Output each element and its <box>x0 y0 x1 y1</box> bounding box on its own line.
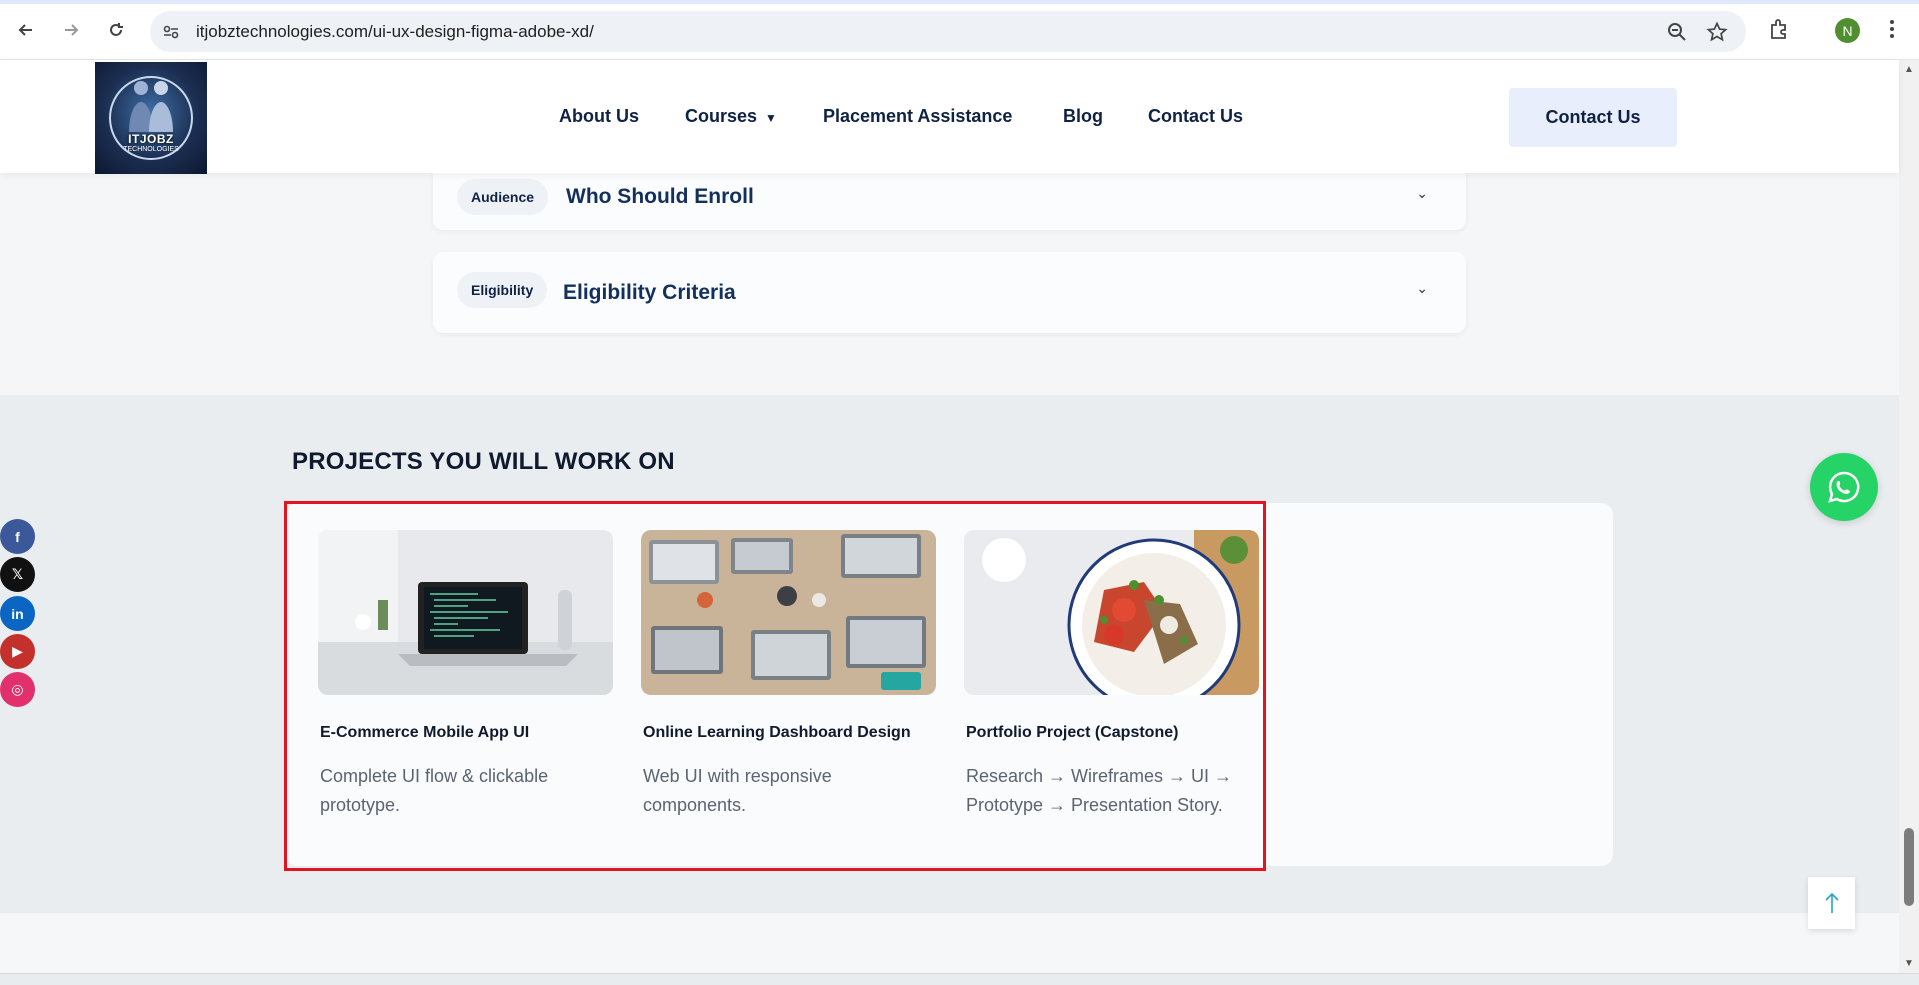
page-bottom-area <box>0 913 1899 973</box>
reload-icon[interactable] <box>102 16 130 44</box>
tab-strip-edge <box>0 0 1919 4</box>
x-glyph: 𝕏 <box>11 566 24 582</box>
youtube-icon[interactable]: ▶ <box>0 634 35 669</box>
linkedin-glyph: in <box>11 605 24 622</box>
accordion-item-eligibility[interactable]: Eligibility Eligibility Criteria ⌄ <box>433 252 1466 333</box>
profile-avatar[interactable]: N <box>1835 18 1860 43</box>
scrollbar-thumb[interactable] <box>1904 828 1914 906</box>
projects-heading: PROJECTS YOU WILL WORK ON <box>292 448 675 475</box>
site-logo[interactable]: ITJOBZ TECHNOLOGIES <box>95 62 207 174</box>
browser-toolbar: itjobztechnologies.com/ui-ux-design-figm… <box>0 0 1919 60</box>
accordion-title: Who Should Enroll <box>566 185 754 208</box>
scroll-up-icon[interactable]: ▲ <box>1904 64 1914 75</box>
facebook-icon[interactable]: f <box>0 519 35 554</box>
logo-figures-icon <box>129 81 173 132</box>
nav-placement-assistance[interactable]: Placement Assistance <box>823 106 1012 127</box>
nav-contact-us[interactable]: Contact Us <box>1148 106 1243 127</box>
site-header: ITJOBZ TECHNOLOGIES About Us Courses ▼ Pl… <box>0 60 1899 174</box>
star-icon[interactable] <box>1706 21 1728 43</box>
scroll-down-icon[interactable]: ▼ <box>1904 958 1914 969</box>
logo-title: ITJOBZ <box>128 132 174 146</box>
accordion-tag: Audience <box>457 179 549 215</box>
contact-us-button[interactable]: Contact Us <box>1509 88 1677 147</box>
forward-icon[interactable] <box>57 16 85 44</box>
address-bar[interactable]: itjobztechnologies.com/ui-ux-design-figm… <box>150 11 1746 52</box>
chevron-down-icon[interactable]: ⌄ <box>1416 185 1428 202</box>
nav-about-us[interactable]: About Us <box>559 106 639 127</box>
instagram-glyph: ◎ <box>11 681 24 697</box>
x-twitter-icon[interactable]: 𝕏 <box>0 557 35 592</box>
accordion-item-audience[interactable]: Audience Who Should Enroll ⌄ <box>433 163 1466 230</box>
linkedin-icon[interactable]: in <box>0 596 35 631</box>
whatsapp-icon[interactable] <box>1810 453 1878 521</box>
url-text[interactable]: itjobztechnologies.com/ui-ux-design-figm… <box>196 22 594 42</box>
accordion-tag: Eligibility <box>457 272 548 308</box>
back-icon[interactable] <box>12 16 40 44</box>
nav-blog[interactable]: Blog <box>1063 106 1103 127</box>
faq-section: Audience Who Should Enroll ⌄ Eligibility… <box>0 163 1899 395</box>
instagram-icon[interactable]: ◎ <box>0 672 35 707</box>
facebook-glyph: f <box>15 528 20 545</box>
chevron-down-icon[interactable]: ⌄ <box>1416 280 1428 297</box>
caret-down-icon: ▼ <box>765 111 777 125</box>
taskbar-strip <box>0 973 1919 985</box>
nav-courses-label: Courses <box>685 106 758 126</box>
youtube-glyph: ▶ <box>12 643 23 659</box>
zoom-icon[interactable] <box>1666 21 1688 43</box>
selection-highlight-box <box>284 501 1266 871</box>
menu-icon[interactable] <box>1880 17 1906 43</box>
scroll-to-top-icon[interactable] <box>1808 877 1855 929</box>
nav-courses[interactable]: Courses ▼ <box>685 106 777 127</box>
accordion-title: Eligibility Criteria <box>563 281 736 304</box>
extensions-icon[interactable] <box>1767 17 1793 43</box>
logo-subtitle: TECHNOLOGIES <box>123 146 179 153</box>
site-info-icon[interactable] <box>160 21 182 43</box>
page-scrollbar[interactable]: ▲ ▼ <box>1899 60 1919 973</box>
